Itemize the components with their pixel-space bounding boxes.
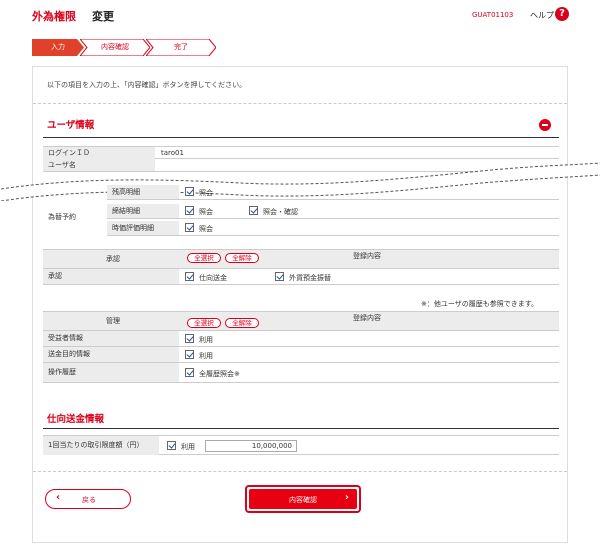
- help-link[interactable]: ヘルプ: [530, 10, 554, 21]
- approval-row: 承認 仕向送金 外貨預金振替: [43, 269, 559, 285]
- chevron-left-icon: ‹: [56, 492, 61, 503]
- section-title-remittance: 仕向送金情報: [47, 414, 105, 425]
- select-all-button[interactable]: 全選択: [187, 318, 221, 328]
- checkbox-label: 利用: [181, 443, 195, 451]
- purpose-label: 送金目的情報: [43, 347, 179, 362]
- step-input: 入力: [32, 39, 84, 56]
- exchange-label: 為替予約: [48, 213, 76, 221]
- contract-label: 締結明細: [107, 204, 179, 218]
- management-header: 管理 全選択 全解除 登録内容: [43, 311, 559, 331]
- management-content-header: 登録内容: [353, 314, 381, 322]
- balance-label: 残高明細: [107, 185, 179, 199]
- approval-header: 承認 全選択 全解除 登録内容: [43, 249, 559, 269]
- approval-row-label: 承認: [43, 269, 179, 284]
- purpose-use-checkbox[interactable]: [185, 350, 194, 359]
- clear-all-button[interactable]: 全解除: [225, 253, 259, 263]
- approval-col-header: 承認: [106, 255, 120, 263]
- login-id-row: ログインＩＤ taro01: [43, 146, 559, 159]
- page-title: 外為権限: [32, 10, 76, 23]
- checkbox-label: 利用: [199, 352, 213, 360]
- valuation-view-checkbox[interactable]: [185, 223, 194, 232]
- history-label: 操作履歴: [43, 363, 179, 382]
- collapse-icon[interactable]: [539, 119, 551, 131]
- checkbox-label: 照会・確認: [263, 208, 298, 216]
- checkbox-label: 照会: [199, 225, 213, 233]
- back-button[interactable]: ‹ 戻る: [45, 489, 131, 509]
- beneficiary-use-checkbox[interactable]: [185, 334, 194, 343]
- transaction-limit-label: 1回当たりの取引限度額（円）: [43, 436, 159, 455]
- login-id-label: ログインＩＤ: [43, 147, 155, 159]
- section-divider: [43, 428, 559, 429]
- step-label: 完了: [174, 43, 188, 51]
- divider: [33, 471, 567, 472]
- limit-use-checkbox[interactable]: [167, 441, 176, 450]
- checkbox-label: 照会: [199, 208, 213, 216]
- balance-row: 残高明細 照会: [107, 185, 559, 200]
- step-label: 内容確認: [101, 43, 129, 51]
- select-all-button[interactable]: 全選択: [187, 253, 221, 263]
- checkbox-label: 全履歴照会※: [199, 370, 240, 378]
- screen-code: GUAT01103: [472, 11, 514, 19]
- history-note: ※：他ユーザの履歴も参照できます。: [421, 300, 539, 308]
- step-complete: 完了: [146, 39, 216, 56]
- history-row: 操作履歴 全履歴照会※: [43, 363, 559, 383]
- approval-content-header: 登録内容: [353, 252, 381, 260]
- page-subtitle: 変更: [92, 10, 114, 23]
- contract-view-checkbox[interactable]: [185, 206, 194, 215]
- transaction-limit-row: 1回当たりの取引限度額（円） 利用 10,000,000: [43, 435, 559, 455]
- divider: [33, 103, 567, 104]
- outward-remittance-checkbox[interactable]: [185, 272, 194, 281]
- checkbox-label: 仕向送金: [199, 274, 227, 282]
- main-panel: 以下の項目を入力の上、「内容確認」ボタンを押してください。 ユーザ情報 ログイン…: [1, 66, 600, 543]
- contract-row: 締結明細 照会 照会・確認: [107, 204, 559, 219]
- contract-confirm-checkbox[interactable]: [249, 206, 258, 215]
- management-col-header: 管理: [106, 317, 120, 325]
- login-id-value: taro01: [161, 149, 184, 157]
- valuation-label: 時価評価明細: [107, 221, 179, 235]
- confirm-button[interactable]: 内容確認 ›: [245, 485, 361, 513]
- step-label: 入力: [51, 43, 65, 51]
- checkbox-label: 照会: [199, 189, 213, 197]
- checkbox-label: 外貨預金振替: [289, 274, 331, 282]
- page-header: 外為権限 変更 GUAT01103 ヘルプ ?: [0, 0, 600, 30]
- step-confirm: 内容確認: [80, 39, 150, 56]
- deposit-transfer-checkbox[interactable]: [275, 272, 284, 281]
- section-divider: [43, 137, 559, 138]
- beneficiary-row: 受益者情報 利用: [43, 331, 559, 347]
- checkbox-label: 利用: [199, 336, 213, 344]
- chevron-right-icon: ›: [344, 492, 349, 503]
- purpose-row: 送金目的情報 利用: [43, 347, 559, 363]
- beneficiary-label: 受益者情報: [43, 331, 179, 346]
- section-title-user-info: ユーザ情報: [47, 120, 95, 131]
- clear-all-button[interactable]: 全解除: [225, 318, 259, 328]
- valuation-row: 時価評価明細 照会: [107, 221, 559, 236]
- help-icon[interactable]: ?: [555, 7, 569, 21]
- intro-text: 以下の項目を入力の上、「内容確認」ボタンを押してください。: [47, 81, 247, 89]
- amount-input[interactable]: 10,000,000: [205, 440, 297, 452]
- history-view-checkbox[interactable]: [185, 368, 194, 377]
- balance-view-checkbox[interactable]: [185, 187, 194, 196]
